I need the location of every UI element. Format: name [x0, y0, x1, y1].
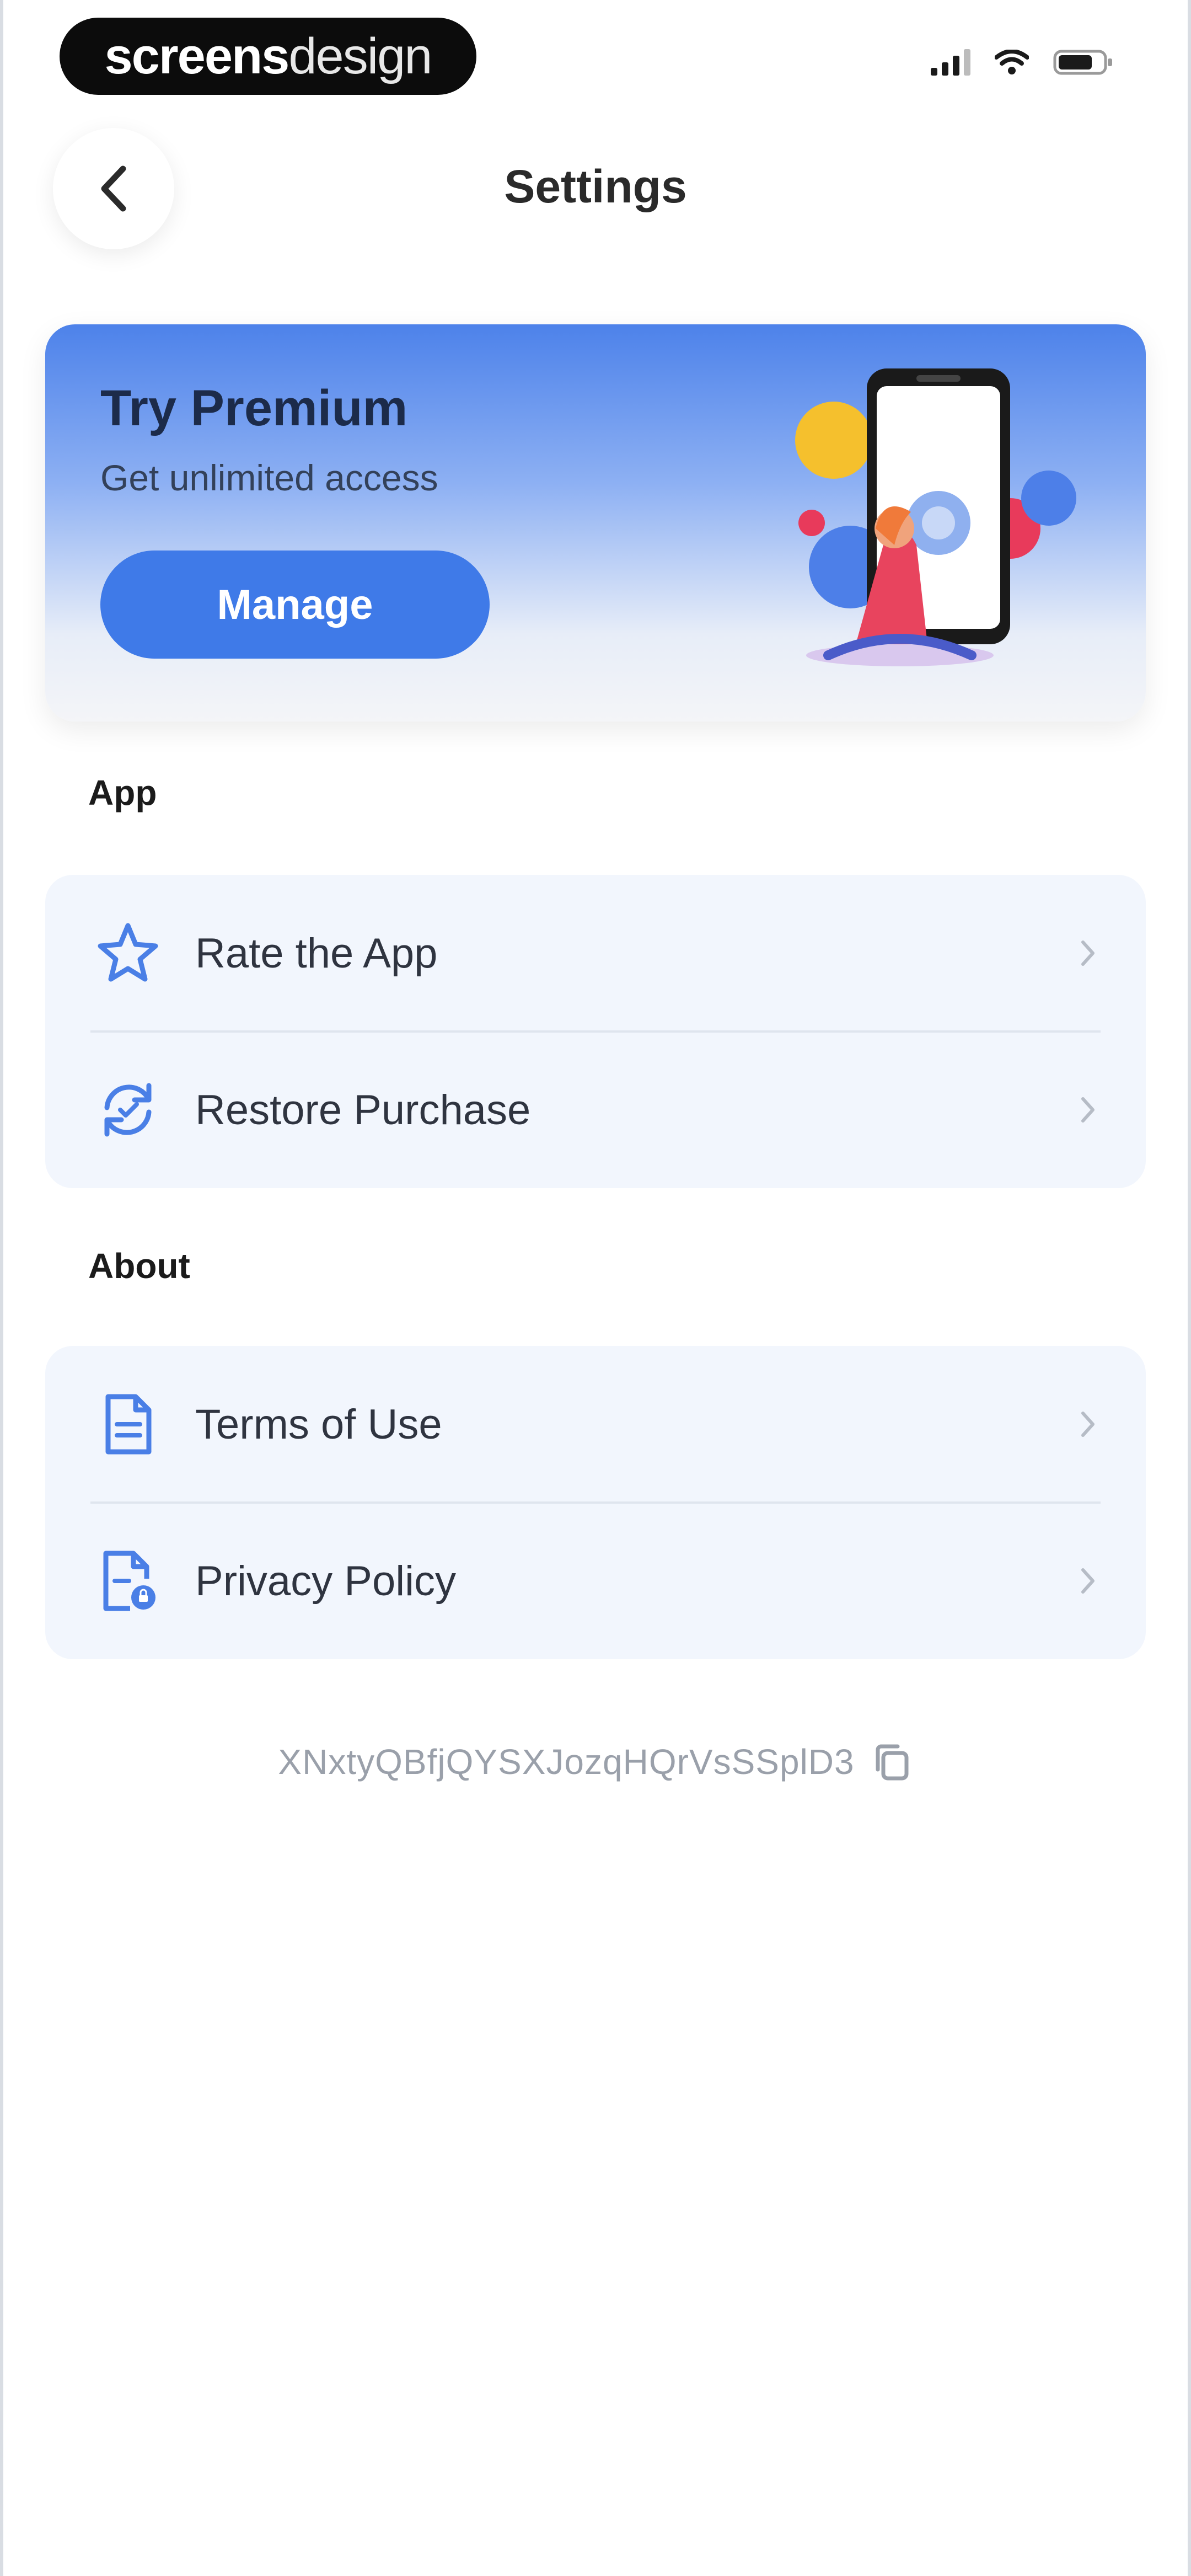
user-id-row: XNxtyQBfjQYSXJozqHQrVsSSplD3	[0, 1741, 1191, 1783]
rate-app-row[interactable]: Rate the App	[45, 875, 1146, 1032]
chevron-right-icon	[1081, 1097, 1095, 1123]
rate-app-label: Rate the App	[195, 929, 438, 977]
user-id-text: XNxtyQBfjQYSXJozqHQrVsSSplD3	[278, 1742, 855, 1782]
manage-button[interactable]: Manage	[100, 551, 490, 659]
chevron-right-icon	[1081, 940, 1095, 966]
section-title-app: App	[88, 773, 157, 813]
battery-icon	[1053, 49, 1114, 76]
privacy-policy-label: Privacy Policy	[195, 1557, 456, 1605]
terms-of-use-label: Terms of Use	[195, 1401, 442, 1448]
signal-icon	[931, 49, 970, 76]
section-title-about: About	[88, 1246, 190, 1286]
privacy-document-icon	[103, 1551, 155, 1611]
premium-illustration	[795, 368, 1076, 666]
screensdesign-watermark: screensdesign	[60, 18, 476, 95]
about-group: Terms of Use Privacy Policy	[45, 1346, 1146, 1659]
app-settings-group: Rate the App Restore Purchase	[45, 875, 1146, 1188]
restore-purchase-row[interactable]: Restore Purchase	[45, 1032, 1146, 1188]
wifi-icon	[995, 50, 1029, 75]
premium-subtitle: Get unlimited access	[100, 457, 438, 498]
restore-purchase-label: Restore Purchase	[195, 1086, 531, 1134]
copy-icon[interactable]	[871, 1741, 913, 1783]
terms-of-use-row[interactable]: Terms of Use	[45, 1346, 1146, 1503]
restore-icon	[104, 1083, 152, 1137]
page-title: Settings	[504, 161, 687, 212]
status-bar	[931, 49, 1114, 76]
star-icon	[98, 923, 158, 982]
privacy-policy-row[interactable]: Privacy Policy	[45, 1503, 1146, 1659]
document-icon	[105, 1394, 152, 1455]
chevron-right-icon	[1081, 1568, 1095, 1594]
premium-card: Try Premium Get unlimited access Manage	[45, 324, 1146, 722]
chevron-right-icon	[1081, 1412, 1095, 1437]
premium-title: Try Premium	[100, 380, 408, 436]
